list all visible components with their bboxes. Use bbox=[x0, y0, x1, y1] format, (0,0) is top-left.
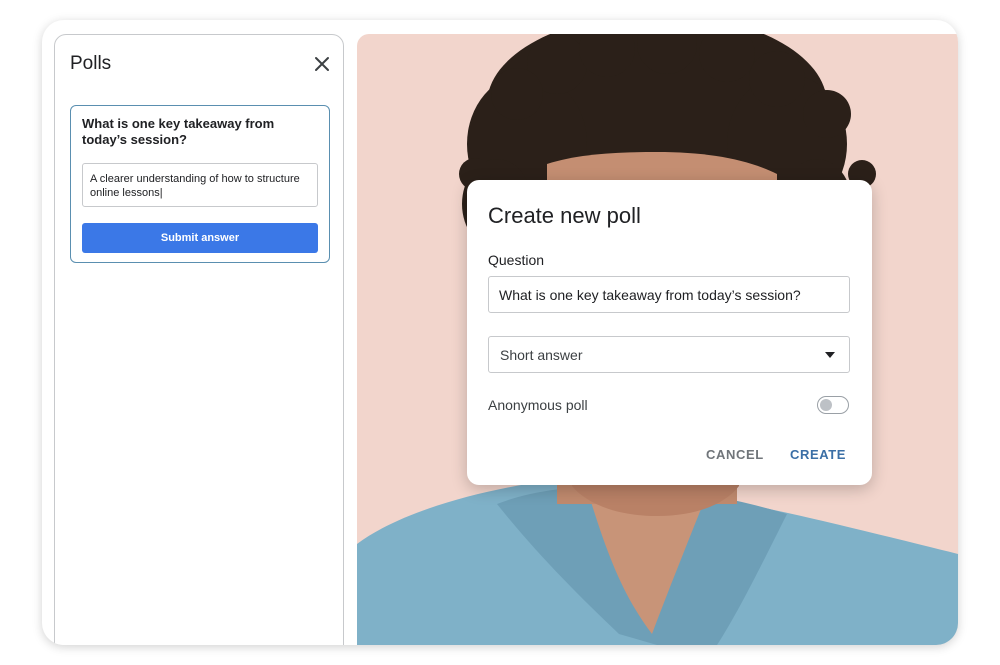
close-button[interactable] bbox=[311, 53, 333, 75]
polls-title: Polls bbox=[70, 53, 112, 74]
poll-question: What is one key takeaway from today’s se… bbox=[82, 116, 275, 147]
cancel-button[interactable]: CANCEL bbox=[706, 447, 764, 462]
dialog-title: Create new poll bbox=[488, 203, 641, 228]
dropdown-arrow-icon bbox=[825, 352, 835, 358]
create-poll-dialog: Create new poll Question What is one key… bbox=[467, 180, 872, 485]
polls-panel: Polls What is one key takeaway from toda… bbox=[54, 34, 344, 645]
toggle-knob bbox=[820, 399, 832, 411]
anonymous-poll-toggle[interactable] bbox=[817, 396, 849, 414]
question-label: Question bbox=[488, 252, 545, 268]
anonymous-poll-label: Anonymous poll bbox=[488, 397, 588, 413]
create-button[interactable]: CREATE bbox=[790, 447, 846, 462]
submit-answer-button[interactable]: Submit answer bbox=[82, 223, 318, 253]
question-input[interactable]: What is one key takeaway from today’s se… bbox=[488, 276, 850, 313]
poll-card: What is one key takeaway from today’s se… bbox=[70, 105, 330, 263]
answer-type-value: Short answer bbox=[500, 347, 583, 363]
close-icon bbox=[315, 57, 329, 71]
answer-type-select[interactable]: Short answer bbox=[488, 336, 850, 373]
answer-input[interactable]: A clearer understanding of how to struct… bbox=[82, 163, 318, 207]
